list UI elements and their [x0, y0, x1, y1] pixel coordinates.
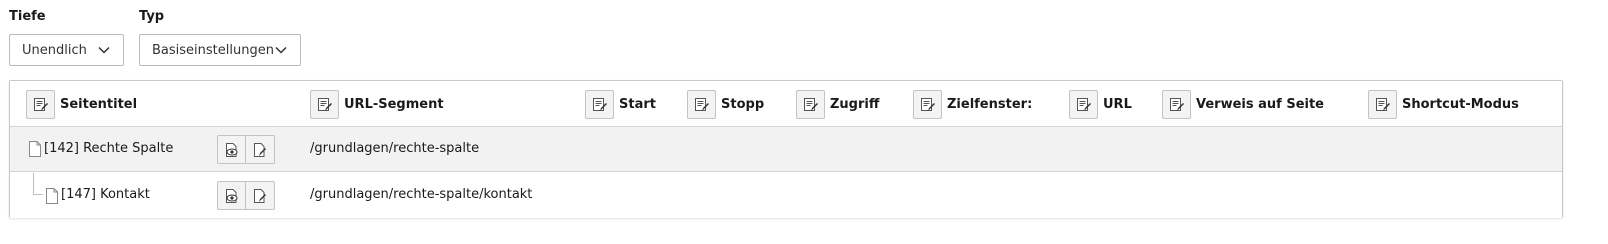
edit-multiple-icon — [803, 97, 818, 111]
column-label: Zielfenster: — [947, 97, 1033, 112]
column-header-zielfenster: Zielfenster: — [913, 90, 1032, 119]
edit-column-button[interactable] — [687, 90, 716, 119]
column-header-seitentitel: Seitentitel — [26, 90, 137, 119]
page-icon[interactable] — [45, 188, 59, 204]
table-row: [142] Rechte Spalte /grundlagen/rechte-s… — [10, 127, 1562, 172]
column-header-url-segment: URL-Segment — [310, 90, 444, 119]
page-title[interactable]: [147] Kontakt — [61, 187, 150, 202]
edit-multiple-icon — [1076, 97, 1091, 111]
view-page-icon — [225, 188, 237, 203]
edit-page-button[interactable] — [246, 135, 275, 164]
edit-multiple-icon — [920, 97, 935, 111]
edit-column-button[interactable] — [796, 90, 825, 119]
depth-label: Tiefe — [9, 9, 46, 24]
column-label: Stopp — [721, 97, 765, 112]
row-actions — [217, 181, 275, 210]
type-select-value: Basiseinstellungen — [152, 42, 274, 58]
edit-page-icon — [254, 142, 266, 157]
edit-multiple-icon — [317, 97, 332, 111]
edit-multiple-icon — [694, 97, 709, 111]
type-filter: Typ Basiseinstellungen — [139, 8, 301, 66]
column-label: Seitentitel — [60, 97, 138, 112]
type-select[interactable]: Basiseinstellungen — [139, 34, 301, 66]
column-label: URL — [1103, 97, 1132, 112]
tree-connector — [33, 173, 43, 195]
table-header: Seitentitel URL-Segment Start Stopp Zugr… — [10, 81, 1562, 127]
edit-column-button[interactable] — [26, 90, 55, 119]
column-header-verweis-auf-seite: Verweis auf Seite — [1162, 90, 1324, 119]
type-label: Typ — [139, 9, 165, 24]
table-row: [147] Kontakt /grundlagen/rechte-spalte/… — [10, 173, 1562, 218]
column-label: Zugriff — [830, 97, 880, 112]
edit-column-button[interactable] — [1368, 90, 1397, 119]
row-actions — [217, 135, 275, 164]
view-page-icon — [225, 142, 237, 157]
column-label: Start — [619, 97, 656, 112]
column-header-zugriff: Zugriff — [796, 90, 879, 119]
edit-multiple-icon — [1169, 97, 1184, 111]
edit-multiple-icon — [33, 97, 48, 111]
column-label: Verweis auf Seite — [1196, 97, 1325, 112]
column-header-start: Start — [585, 90, 656, 119]
edit-column-button[interactable] — [913, 90, 942, 119]
depth-select[interactable]: Unendlich — [9, 34, 124, 66]
depth-select-value: Unendlich — [22, 42, 87, 58]
view-page-button[interactable] — [217, 181, 246, 210]
edit-page-button[interactable] — [246, 181, 275, 210]
edit-page-icon — [254, 188, 266, 203]
edit-column-button[interactable] — [310, 90, 339, 119]
chevron-down-icon — [98, 46, 110, 54]
column-label: URL-Segment — [344, 97, 444, 112]
chevron-down-icon — [275, 46, 287, 54]
page-icon[interactable] — [28, 141, 42, 157]
column-label: Shortcut-Modus — [1402, 97, 1519, 112]
column-header-url: URL — [1069, 90, 1132, 119]
url-segment: /grundlagen/rechte-spalte — [310, 141, 480, 156]
depth-filter: Tiefe Unendlich — [9, 8, 124, 66]
edit-column-button[interactable] — [1069, 90, 1098, 119]
edit-column-button[interactable] — [1162, 90, 1191, 119]
url-segment: /grundlagen/rechte-spalte/kontakt — [310, 187, 533, 202]
edit-column-button[interactable] — [585, 90, 614, 119]
edit-multiple-icon — [1375, 97, 1390, 111]
view-page-button[interactable] — [217, 135, 246, 164]
column-header-stopp: Stopp — [687, 90, 764, 119]
edit-multiple-icon — [592, 97, 607, 111]
page-properties-table: Seitentitel URL-Segment Start Stopp Zugr… — [9, 80, 1563, 218]
column-header-shortcut-modus: Shortcut-Modus — [1368, 90, 1519, 119]
page-title[interactable]: [142] Rechte Spalte — [44, 141, 173, 156]
